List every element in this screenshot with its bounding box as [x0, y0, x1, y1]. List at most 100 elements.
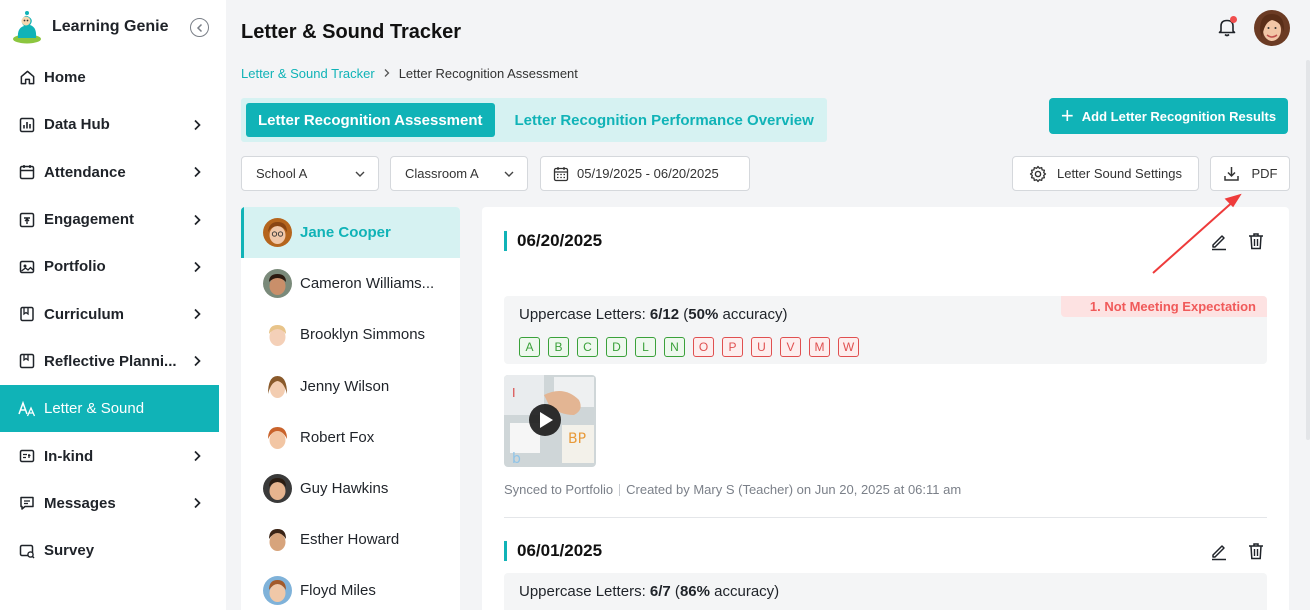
- delete-icon[interactable]: [1246, 541, 1266, 561]
- chevron-right-icon: [194, 261, 201, 272]
- pdf-download-button[interactable]: PDF: [1210, 156, 1290, 191]
- student-avatar: [263, 269, 292, 299]
- sidebar-item-reflective-planning[interactable]: Reflective Planni...: [0, 338, 226, 385]
- letter-sound-settings-button[interactable]: Letter Sound Settings: [1012, 156, 1199, 191]
- sidebar-item-attendance[interactable]: Attendance: [0, 149, 226, 196]
- page-scrollbar[interactable]: [1306, 60, 1310, 440]
- student-avatar: [263, 525, 292, 555]
- student-name: Brooklyn Simmons: [300, 326, 426, 344]
- sidebar-item-label: Survey: [44, 542, 95, 560]
- date-range-picker[interactable]: 05/19/2025 - 06/20/2025: [540, 156, 750, 191]
- app-logo[interactable]: Learning Genie: [12, 10, 168, 44]
- engagement-icon: [18, 211, 36, 229]
- sidebar-item-label: Portfolio: [44, 258, 106, 276]
- chevron-right-icon: [383, 66, 391, 81]
- notification-badge: [1230, 16, 1237, 23]
- entry-date: 06/20/2025: [504, 231, 602, 251]
- letter-chip-incorrect: M: [809, 337, 830, 357]
- add-results-label: Add Letter Recognition Results: [1081, 108, 1277, 124]
- result-accuracy: 50%: [688, 306, 719, 323]
- sidebar-item-home[interactable]: Home: [0, 54, 226, 101]
- letter-sound-icon: [18, 400, 36, 418]
- result-score: 6/12: [649, 306, 680, 323]
- chevron-down-icon: [355, 171, 365, 177]
- delete-icon[interactable]: [1246, 231, 1266, 251]
- sidebar-item-messages[interactable]: Messages: [0, 480, 226, 527]
- entry-divider: [504, 517, 1267, 518]
- video-thumbnail-image: I BP b: [504, 375, 596, 467]
- chevron-right-icon: [194, 309, 201, 320]
- sidebar-item-label: Messages: [44, 494, 116, 512]
- assessment-detail-panel: 06/20/2025 Uppercase Letters: 6/12 (50% …: [482, 207, 1289, 610]
- sidebar-item-engagement[interactable]: Engagement: [0, 196, 226, 243]
- chevron-right-icon: [194, 450, 201, 462]
- result-line: Uppercase Letters: 6/12 (50% accuracy): [519, 306, 788, 323]
- gear-icon: [1029, 165, 1047, 182]
- sidebar-item-survey[interactable]: Survey: [0, 527, 226, 574]
- inkind-icon: [18, 447, 36, 465]
- result-summary-box: Uppercase Letters: 6/12 (50% accuracy) 1…: [504, 296, 1267, 364]
- letter-chip-incorrect: P: [722, 337, 743, 357]
- student-name: Esther Howard: [300, 531, 400, 549]
- chevron-right-icon: [194, 214, 201, 225]
- sidebar-item-label: Letter & Sound: [44, 400, 145, 418]
- result-category: Uppercase Letters:: [519, 306, 646, 323]
- student-item-esther-howard[interactable]: Esther Howard: [241, 514, 460, 565]
- student-avatar: [263, 320, 292, 350]
- collapse-sidebar-button[interactable]: [190, 18, 209, 37]
- video-thumbnail[interactable]: I BP b: [504, 375, 596, 467]
- chevron-right-icon: [194, 119, 201, 131]
- sidebar-nav: Home Data Hub Attendance Engagement Port…: [0, 54, 226, 574]
- letter-chip-correct: L: [635, 337, 656, 357]
- classroom-select[interactable]: Classroom A: [390, 156, 528, 191]
- svg-text:I: I: [512, 386, 516, 400]
- user-avatar-image: [1254, 10, 1290, 46]
- student-item-jane-cooper[interactable]: Jane Cooper: [241, 207, 460, 259]
- chevron-left-icon: [196, 23, 202, 32]
- calendar-icon: [553, 166, 569, 181]
- edit-icon[interactable]: [1209, 541, 1229, 561]
- user-avatar[interactable]: [1254, 10, 1290, 46]
- letter-chip-correct: A: [519, 337, 540, 357]
- student-name: Jenny Wilson: [300, 377, 390, 395]
- letter-chip-correct: B: [548, 337, 569, 357]
- student-list: Jane Cooper Cameron Williams... Brooklyn…: [241, 207, 460, 610]
- sidebar-item-in-kind[interactable]: In-kind: [0, 432, 226, 479]
- student-item-jenny-wilson[interactable]: Jenny Wilson: [241, 361, 460, 412]
- sidebar-item-label: Data Hub: [44, 116, 110, 134]
- student-item-floyd-miles[interactable]: Floyd Miles: [241, 565, 460, 610]
- breadcrumb-link[interactable]: Letter & Sound Tracker: [241, 66, 375, 81]
- date-range-value: 05/19/2025 - 06/20/2025: [577, 166, 719, 181]
- student-avatar: [263, 576, 292, 606]
- student-item-brooklyn-simmons[interactable]: Brooklyn Simmons: [241, 309, 460, 360]
- sidebar-item-data-hub[interactable]: Data Hub: [0, 101, 226, 148]
- result-line: Uppercase Letters: 6/7 (86% accuracy): [519, 583, 780, 600]
- student-avatar: [263, 474, 292, 504]
- student-item-cameron-williams[interactable]: Cameron Williams...: [241, 258, 460, 309]
- sidebar-item-curriculum[interactable]: Curriculum: [0, 290, 226, 337]
- edit-icon[interactable]: [1209, 231, 1229, 251]
- tab-letter-recognition-assessment[interactable]: Letter Recognition Assessment: [246, 103, 495, 137]
- view-tabs: Letter Recognition Assessment Letter Rec…: [241, 98, 827, 142]
- add-letter-recognition-results-button[interactable]: + Add Letter Recognition Results: [1049, 98, 1288, 134]
- school-select[interactable]: School A: [241, 156, 379, 191]
- calendar-icon: [18, 163, 36, 181]
- student-item-guy-hawkins[interactable]: Guy Hawkins: [241, 463, 460, 514]
- status-badge: 1. Not Meeting Expectation: [1060, 296, 1267, 317]
- student-item-robert-fox[interactable]: Robert Fox: [241, 412, 460, 463]
- student-avatar: [263, 218, 292, 248]
- result-score: 6/7: [649, 583, 671, 600]
- sidebar-item-letter-sound[interactable]: Letter & Sound: [0, 385, 219, 433]
- letter-chip-incorrect: U: [751, 337, 772, 357]
- survey-icon: [18, 542, 36, 560]
- letter-chip-incorrect: O: [693, 337, 714, 357]
- breadcrumb-current: Letter Recognition Assessment: [398, 66, 578, 81]
- tab-performance-overview[interactable]: Letter Recognition Performance Overview: [503, 103, 826, 137]
- chart-icon: [18, 116, 36, 134]
- page-title: Letter & Sound Tracker: [241, 21, 462, 43]
- planning-icon: [18, 352, 36, 370]
- letter-chip-correct: D: [606, 337, 627, 357]
- home-icon: [18, 69, 36, 87]
- sidebar-item-portfolio[interactable]: Portfolio: [0, 243, 226, 290]
- pdf-label: PDF: [1251, 166, 1278, 181]
